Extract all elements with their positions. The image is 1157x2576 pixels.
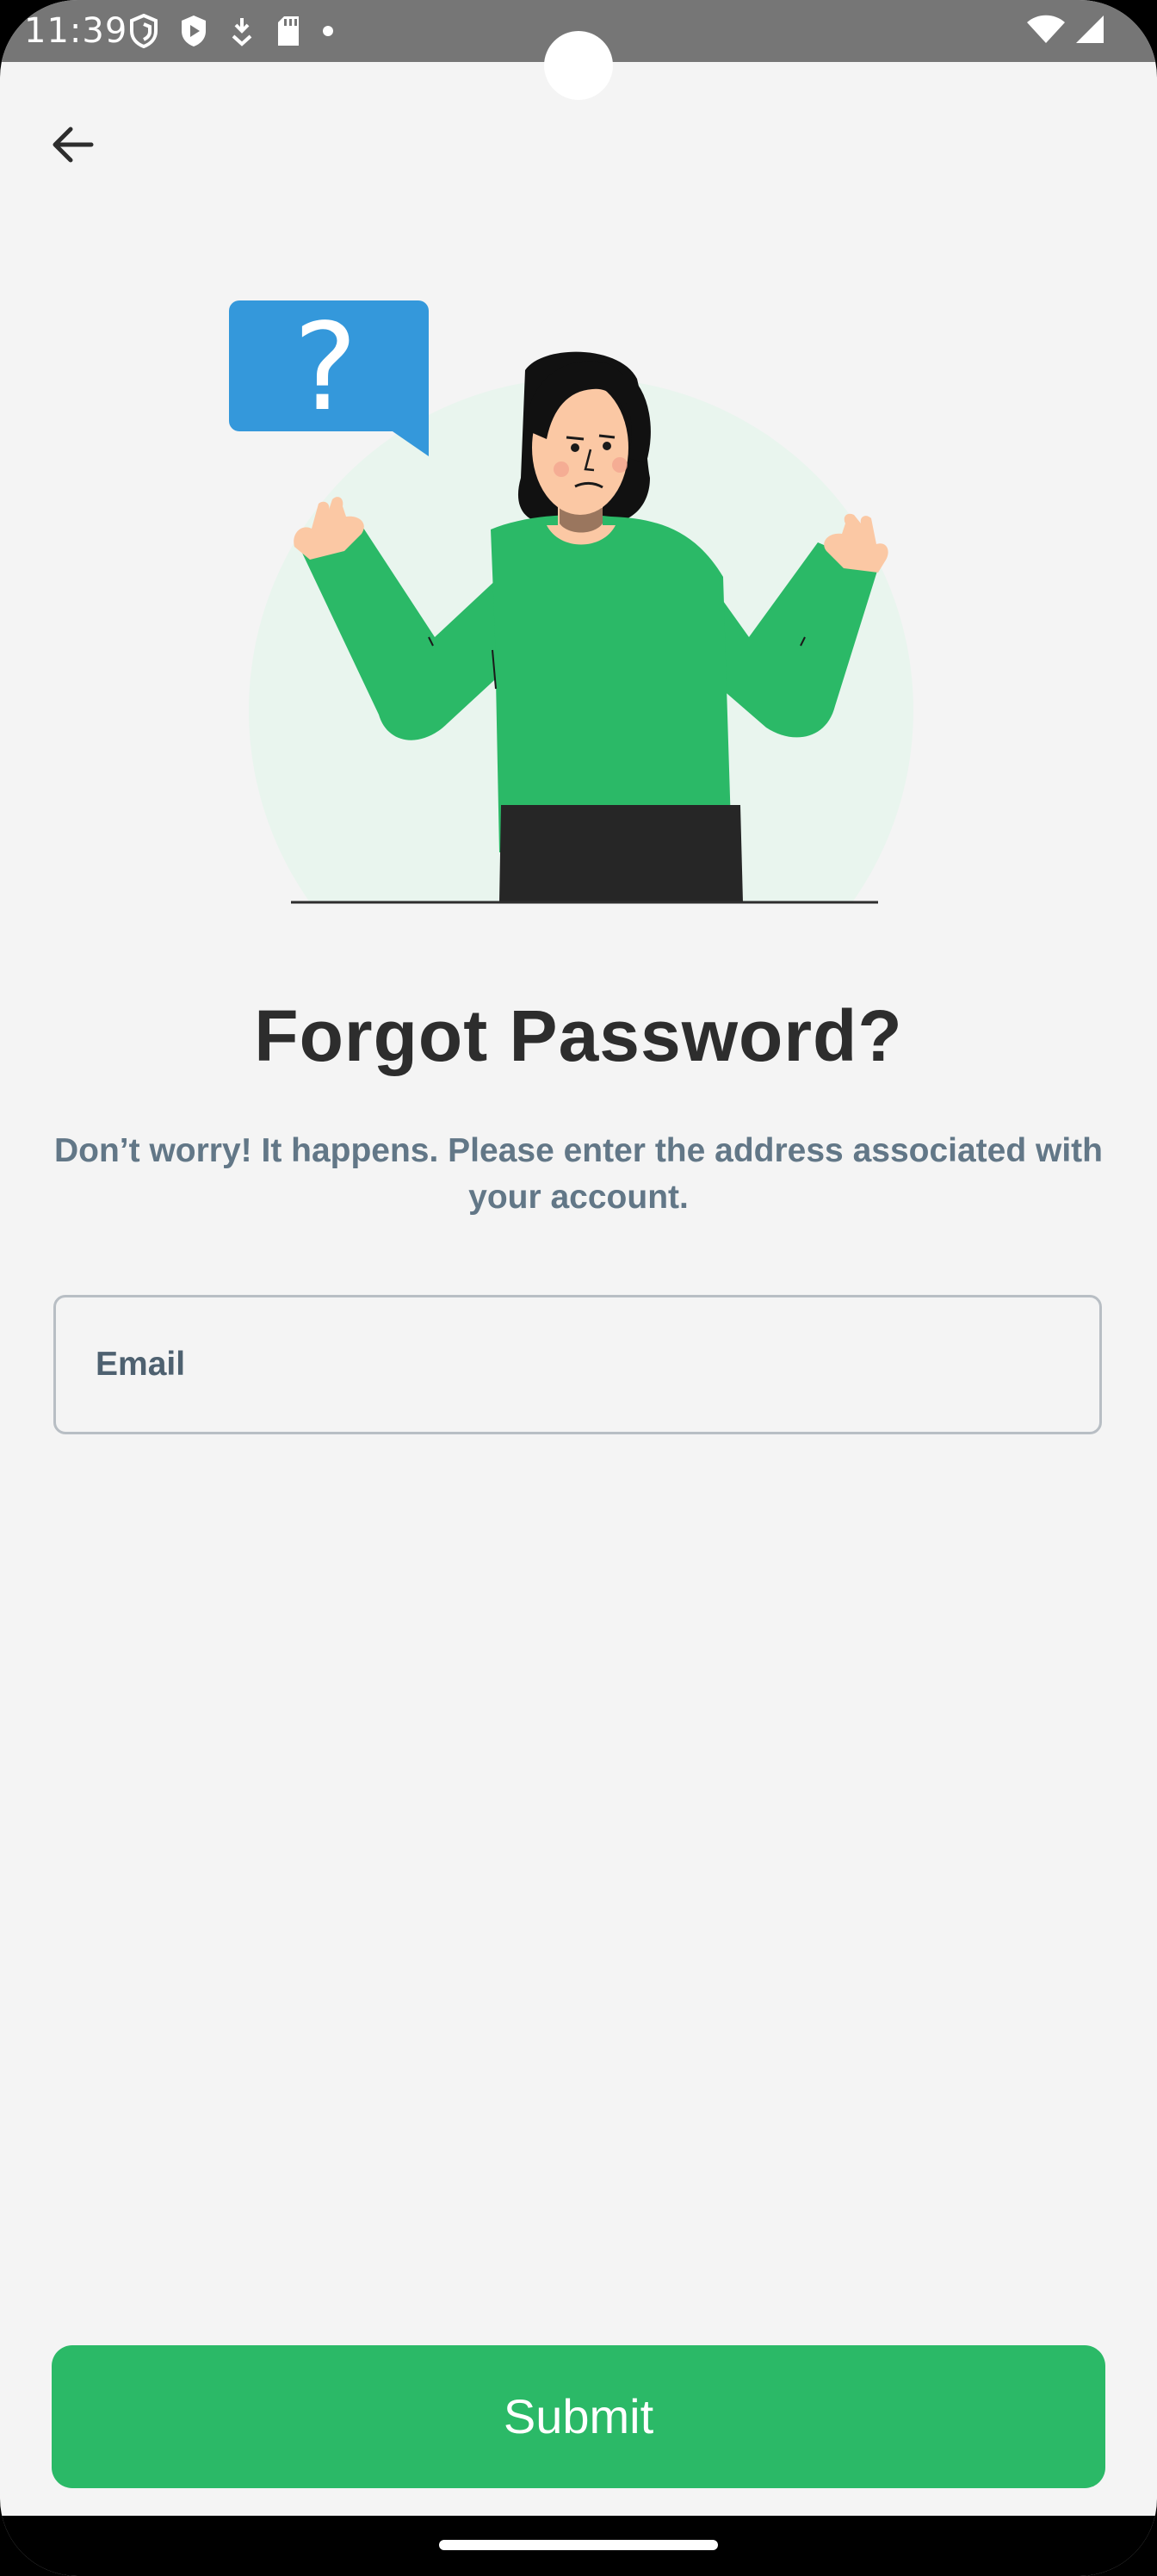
- camera-cutout: [544, 31, 613, 100]
- question-mark: ?: [294, 298, 357, 438]
- status-icons-left: [129, 12, 334, 50]
- arrow-left-icon: [53, 127, 94, 163]
- status-time: 11:39: [24, 11, 128, 51]
- home-indicator[interactable]: [439, 2540, 718, 2550]
- dot-icon: [322, 25, 334, 37]
- shield-play-icon: [179, 14, 208, 48]
- wifi-icon: [1026, 14, 1066, 49]
- screen: 11:39 ? Forgot Password? Don’t worry! It…: [0, 0, 1157, 2576]
- shield-outline-icon: [129, 14, 158, 48]
- status-icons-right: [1026, 12, 1105, 50]
- back-button[interactable]: [34, 110, 110, 179]
- signal-icon: [1074, 14, 1105, 49]
- download-icon: [229, 15, 255, 46]
- confused-woman-illustration: ?: [215, 298, 956, 913]
- page-subtitle: Don’t worry! It happens. Please enter th…: [53, 1132, 1103, 1216]
- page-title: Forgot Password?: [254, 995, 903, 1076]
- submit-button[interactable]: Submit: [52, 2345, 1105, 2488]
- email-field-container[interactable]: [53, 1295, 1102, 1434]
- email-input[interactable]: [56, 1297, 1099, 1432]
- question-bubble: ?: [229, 298, 429, 456]
- sd-card-icon: [275, 15, 301, 47]
